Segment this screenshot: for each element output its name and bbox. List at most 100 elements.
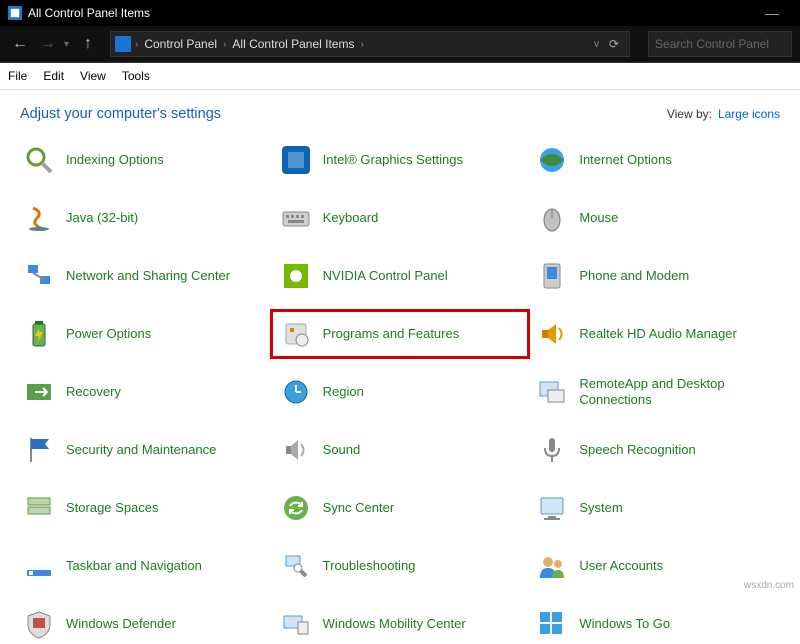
sound-icon — [279, 433, 313, 467]
item-java[interactable]: Java (32-bit) — [20, 198, 267, 238]
breadcrumb-all-items[interactable]: All Control Panel Items — [226, 37, 360, 51]
address-dropdown[interactable]: v — [594, 39, 599, 50]
items-grid: Indexing Options Intel® Graphics Setting… — [20, 140, 780, 644]
battery-icon — [22, 317, 56, 351]
sync-icon — [279, 491, 313, 525]
item-programs-features[interactable]: Programs and Features — [270, 309, 531, 359]
item-label: Realtek HD Audio Manager — [579, 326, 737, 342]
item-region[interactable]: Region — [277, 372, 524, 412]
users-icon — [535, 549, 569, 583]
nvidia-icon — [279, 259, 313, 293]
item-label: Power Options — [66, 326, 151, 342]
item-sound[interactable]: Sound — [277, 430, 524, 470]
search-placeholder: Search Control Panel — [655, 37, 769, 51]
item-label: Network and Sharing Center — [66, 268, 230, 284]
item-label: Sync Center — [323, 500, 395, 516]
breadcrumb-control-panel[interactable]: Control Panel — [138, 37, 223, 51]
item-intel-graphics[interactable]: Intel® Graphics Settings — [277, 140, 524, 180]
item-indexing-options[interactable]: Indexing Options — [20, 140, 267, 180]
item-label: Recovery — [66, 384, 121, 400]
control-panel-icon — [8, 6, 22, 20]
content-area: Adjust your computer's settings View by:… — [0, 90, 800, 644]
breadcrumb-bar[interactable]: › Control Panel › All Control Panel Item… — [110, 31, 630, 57]
history-dropdown[interactable]: ▾ — [64, 39, 72, 50]
item-label: Intel® Graphics Settings — [323, 152, 463, 168]
clock-globe-icon — [279, 375, 313, 409]
item-user-accounts[interactable]: User Accounts — [533, 546, 780, 586]
microphone-icon — [535, 433, 569, 467]
item-mouse[interactable]: Mouse — [533, 198, 780, 238]
chevron-right-icon: › — [360, 39, 363, 50]
togo-icon — [535, 607, 569, 641]
item-network-sharing[interactable]: Network and Sharing Center — [20, 256, 267, 296]
item-label: User Accounts — [579, 558, 663, 574]
remote-icon — [535, 375, 569, 409]
item-label: Region — [323, 384, 364, 400]
menu-view[interactable]: View — [80, 69, 106, 83]
control-panel-path-icon — [115, 36, 131, 52]
item-label: Speech Recognition — [579, 442, 695, 458]
item-security-maintenance[interactable]: Security and Maintenance — [20, 430, 267, 470]
item-speech-recognition[interactable]: Speech Recognition — [533, 430, 780, 470]
search-input[interactable]: Search Control Panel — [648, 31, 792, 57]
item-taskbar-navigation[interactable]: Taskbar and Navigation — [20, 546, 267, 586]
phone-icon — [535, 259, 569, 293]
item-sync-center[interactable]: Sync Center — [277, 488, 524, 528]
item-label: NVIDIA Control Panel — [323, 268, 448, 284]
item-phone-modem[interactable]: Phone and Modem — [533, 256, 780, 296]
item-storage-spaces[interactable]: Storage Spaces — [20, 488, 267, 528]
speaker-icon — [535, 317, 569, 351]
keyboard-icon — [279, 201, 313, 235]
mobility-icon — [279, 607, 313, 641]
forward-button[interactable]: → — [36, 35, 60, 53]
window-title: All Control Panel Items — [28, 6, 150, 20]
item-label: RemoteApp and Desktop Connections — [579, 376, 778, 407]
item-windows-defender[interactable]: Windows Defender — [20, 604, 267, 644]
globe-icon — [535, 143, 569, 177]
item-label: Windows To Go — [579, 616, 670, 632]
item-label: Storage Spaces — [66, 500, 159, 516]
item-label: Windows Defender — [66, 616, 176, 632]
wrench-icon — [279, 549, 313, 583]
address-bar: ← → ▾ ↑ › Control Panel › All Control Pa… — [0, 26, 800, 63]
flag-icon — [22, 433, 56, 467]
viewby-dropdown[interactable]: Large icons — [718, 107, 780, 121]
item-windows-to-go[interactable]: Windows To Go — [533, 604, 780, 644]
item-system[interactable]: System — [533, 488, 780, 528]
item-troubleshooting[interactable]: Troubleshooting — [277, 546, 524, 586]
taskbar-icon — [22, 549, 56, 583]
item-remoteapp[interactable]: RemoteApp and Desktop Connections — [533, 372, 780, 412]
watermark: wsxdn.com — [744, 580, 794, 591]
network-icon — [22, 259, 56, 293]
mouse-icon — [535, 201, 569, 235]
item-label: Troubleshooting — [323, 558, 416, 574]
item-realtek-audio[interactable]: Realtek HD Audio Manager — [533, 314, 780, 354]
java-icon — [22, 201, 56, 235]
item-label: Indexing Options — [66, 152, 164, 168]
item-label: Windows Mobility Center — [323, 616, 466, 632]
item-power-options[interactable]: Power Options — [20, 314, 267, 354]
item-label: Internet Options — [579, 152, 672, 168]
item-recovery[interactable]: Recovery — [20, 372, 267, 412]
programs-icon — [279, 317, 313, 351]
up-button[interactable]: ↑ — [76, 35, 100, 53]
item-label: Security and Maintenance — [66, 442, 216, 458]
minimize-button[interactable]: — — [752, 5, 792, 21]
intel-icon — [279, 143, 313, 177]
refresh-button[interactable]: ⟳ — [603, 37, 625, 51]
item-label: Java (32-bit) — [66, 210, 138, 226]
menu-edit[interactable]: Edit — [43, 69, 64, 83]
menu-file[interactable]: File — [8, 69, 27, 83]
item-windows-mobility[interactable]: Windows Mobility Center — [277, 604, 524, 644]
item-label: Phone and Modem — [579, 268, 689, 284]
magnifier-icon — [22, 143, 56, 177]
item-keyboard[interactable]: Keyboard — [277, 198, 524, 238]
title-bar: All Control Panel Items — — [0, 0, 800, 26]
item-label: Programs and Features — [323, 326, 460, 342]
system-icon — [535, 491, 569, 525]
menu-tools[interactable]: Tools — [122, 69, 150, 83]
item-nvidia[interactable]: NVIDIA Control Panel — [277, 256, 524, 296]
item-label: System — [579, 500, 622, 516]
item-internet-options[interactable]: Internet Options — [533, 140, 780, 180]
back-button[interactable]: ← — [8, 35, 32, 53]
